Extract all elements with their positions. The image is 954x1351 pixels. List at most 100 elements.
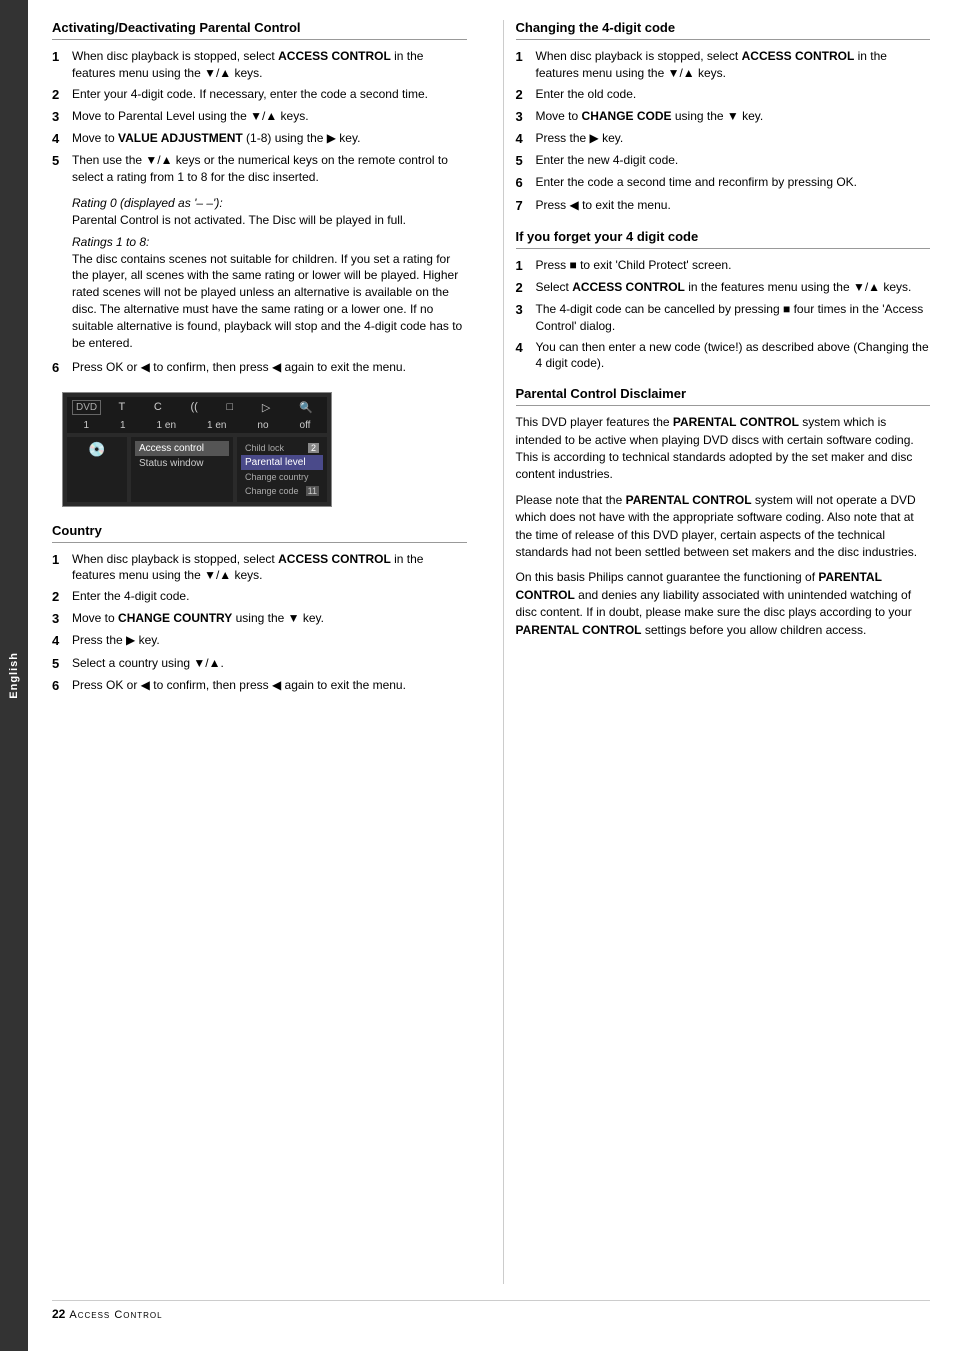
activating-step6-list: 6 Press OK or ◀ to confirm, then press ◀… <box>52 359 467 377</box>
disclaimer-para-3: On this basis Philips cannot guarantee t… <box>516 569 931 639</box>
dvd-submenu-parental-level: Parental level <box>241 455 323 470</box>
list-item: 6 Press OK or ◀ to confirm, then press ◀… <box>52 359 467 377</box>
list-item: 1 When disc playback is stopped, select … <box>516 48 931 82</box>
step-num: 5 <box>516 152 536 170</box>
step-num: 2 <box>52 86 72 104</box>
list-item: 2 Enter your 4-digit code. If necessary,… <box>52 86 467 104</box>
step-text: Press the ▶ key. <box>72 632 160 650</box>
section-disclaimer-title: Parental Control Disclaimer <box>516 386 931 406</box>
list-item: 4 You can then enter a new code (twice!)… <box>516 339 931 373</box>
footer-section-title: Access Control <box>69 1309 162 1321</box>
list-item: 2 Enter the 4-digit code. <box>52 588 467 606</box>
dvd-menu-center-panel: Access control Status window <box>131 437 233 502</box>
dvd-menu-right-panel: Child lock 2 Parental level Change count… <box>237 437 327 502</box>
step-text: You can then enter a new code (twice!) a… <box>536 339 931 373</box>
list-item: 3 Move to CHANGE COUNTRY using the ▼ key… <box>52 610 467 628</box>
dvd-val-6: off <box>300 420 311 431</box>
step-text: Move to Parental Level using the ▼/▲ key… <box>72 108 309 126</box>
step-text: Press ◀ to exit the menu. <box>536 197 671 215</box>
forget-code-steps-list: 1 Press ■ to exit 'Child Protect' screen… <box>516 257 931 373</box>
rating-note-1: Ratings 1 to 8: The disc contains scenes… <box>72 235 467 352</box>
rating-note-0-body: Parental Control is not activated. The D… <box>72 212 467 229</box>
step-text: When disc playback is stopped, select AC… <box>72 48 467 82</box>
list-item: 4 Press the ▶ key. <box>516 130 931 148</box>
dvd-icon-c: C <box>154 401 162 414</box>
dvd-val-3: 1 en <box>157 420 176 431</box>
list-item: 1 When disc playback is stopped, select … <box>52 48 467 82</box>
dvd-val-5: no <box>257 420 268 431</box>
step-num: 5 <box>52 655 72 673</box>
dvd-val-1: 1 <box>83 420 89 431</box>
dvd-disc-icon: 💿 <box>88 441 105 458</box>
step-num: 4 <box>52 632 72 650</box>
step-num: 4 <box>516 339 536 373</box>
dvd-icon-t: T <box>118 401 125 414</box>
step-text: Enter your 4-digit code. If necessary, e… <box>72 86 428 104</box>
side-tab: English <box>0 0 28 1351</box>
dvd-menu-access-control: Access control <box>135 441 229 456</box>
step-num: 6 <box>516 174 536 192</box>
step-text: Enter the old code. <box>536 86 637 104</box>
page-number: 22 <box>52 1307 65 1321</box>
dvd-menu-body: 💿 Access control Status window Child loc… <box>67 437 327 502</box>
two-column-layout: Activating/Deactivating Parental Control… <box>52 20 930 1284</box>
list-item: 5 Then use the ▼/▲ keys or the numerical… <box>52 152 467 186</box>
step-text: Then use the ▼/▲ keys or the numerical k… <box>72 152 467 186</box>
list-item: 1 Press ■ to exit 'Child Protect' screen… <box>516 257 931 275</box>
step-num: 6 <box>52 677 72 695</box>
change-code-steps-list: 1 When disc playback is stopped, select … <box>516 48 931 215</box>
step-num: 1 <box>516 48 536 82</box>
step-text: Select a country using ▼/▲. <box>72 655 224 673</box>
dvd-val-4: 1 en <box>207 420 226 431</box>
country-steps-list: 1 When disc playback is stopped, select … <box>52 551 467 696</box>
main-content: Activating/Deactivating Parental Control… <box>28 0 954 1351</box>
step-text: Press the ▶ key. <box>536 130 624 148</box>
step-num: 3 <box>52 610 72 628</box>
section-forget-code-title: If you forget your 4 digit code <box>516 229 931 249</box>
dvd-icon-play: ▷ <box>262 401 270 414</box>
dvd-logo-icon: DVD <box>72 400 101 415</box>
left-column: Activating/Deactivating Parental Control… <box>52 20 479 1284</box>
section-change-code-title: Changing the 4-digit code <box>516 20 931 40</box>
step-num: 6 <box>52 359 72 377</box>
step-num: 5 <box>52 152 72 186</box>
list-item: 1 When disc playback is stopped, select … <box>52 551 467 585</box>
dvd-menu-top-bar: DVD T C (( □ ▷ 🔍 <box>67 397 327 418</box>
step-text: Press OK or ◀ to confirm, then press ◀ a… <box>72 677 406 695</box>
step-text: Press ■ to exit 'Child Protect' screen. <box>536 257 732 275</box>
section-disclaimer: Parental Control Disclaimer This DVD pla… <box>516 386 931 639</box>
step-text: Press OK or ◀ to confirm, then press ◀ a… <box>72 359 406 377</box>
dvd-menu-left-panel: 💿 <box>67 437 127 502</box>
activating-steps-list: 1 When disc playback is stopped, select … <box>52 48 467 186</box>
step-num: 7 <box>516 197 536 215</box>
step-num: 1 <box>52 551 72 585</box>
step-text: When disc playback is stopped, select AC… <box>72 551 467 585</box>
step-num: 3 <box>516 108 536 126</box>
list-item: 5 Select a country using ▼/▲. <box>52 655 467 673</box>
section-activating: Activating/Deactivating Parental Control… <box>52 20 467 378</box>
dvd-badge-changecode: 11 <box>306 486 319 496</box>
step-text: Enter the code a second time and reconfi… <box>536 174 858 192</box>
step-text: Move to CHANGE COUNTRY using the ▼ key. <box>72 610 324 628</box>
list-item: 3 Move to Parental Level using the ▼/▲ k… <box>52 108 467 126</box>
list-item: 4 Move to VALUE ADJUSTMENT (1-8) using t… <box>52 130 467 148</box>
step-num: 1 <box>516 257 536 275</box>
step-text: The 4-digit code can be cancelled by pre… <box>536 301 931 335</box>
right-column: Changing the 4-digit code 1 When disc pl… <box>503 20 931 1284</box>
step-num: 4 <box>52 130 72 148</box>
list-item: 5 Enter the new 4-digit code. <box>516 152 931 170</box>
disclaimer-para-2: Please note that the PARENTAL CONTROL sy… <box>516 492 931 562</box>
dvd-icons-row: T C (( □ ▷ 🔍 <box>109 401 322 414</box>
list-item: 4 Press the ▶ key. <box>52 632 467 650</box>
dvd-icon-audio: (( <box>190 401 197 414</box>
dvd-submenu-change-code: Change code 11 <box>241 484 323 498</box>
list-item: 3 Move to CHANGE CODE using the ▼ key. <box>516 108 931 126</box>
list-item: 2 Select ACCESS CONTROL in the features … <box>516 279 931 297</box>
step-num: 3 <box>52 108 72 126</box>
step-text: Move to VALUE ADJUSTMENT (1-8) using the… <box>72 130 360 148</box>
list-item: 6 Press OK or ◀ to confirm, then press ◀… <box>52 677 467 695</box>
page: English Activating/Deactivating Parental… <box>0 0 954 1351</box>
step-num: 4 <box>516 130 536 148</box>
step-text: Enter the new 4-digit code. <box>536 152 679 170</box>
section-country-title: Country <box>52 523 467 543</box>
